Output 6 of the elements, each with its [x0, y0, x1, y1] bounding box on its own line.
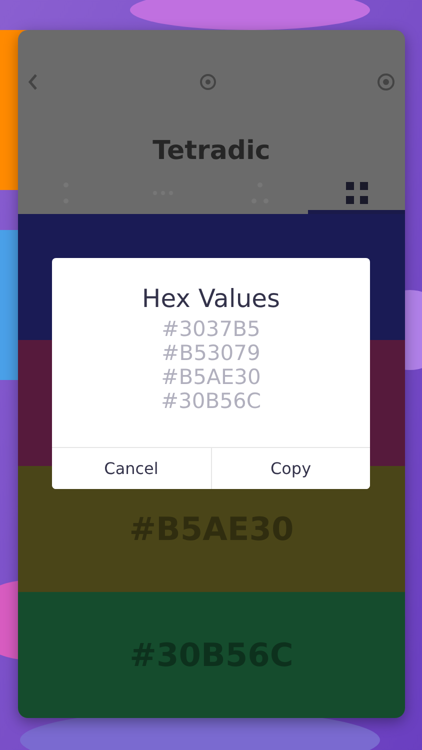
screen-title: Tetradic [152, 136, 272, 168]
hex-value: #B5AE30 [161, 365, 261, 389]
hex-value: #3037B5 [162, 317, 260, 341]
hex-value: #30B56C [160, 389, 262, 413]
dialog-title: Hex Values [142, 284, 280, 313]
hex-value: #B53079 [162, 341, 260, 365]
